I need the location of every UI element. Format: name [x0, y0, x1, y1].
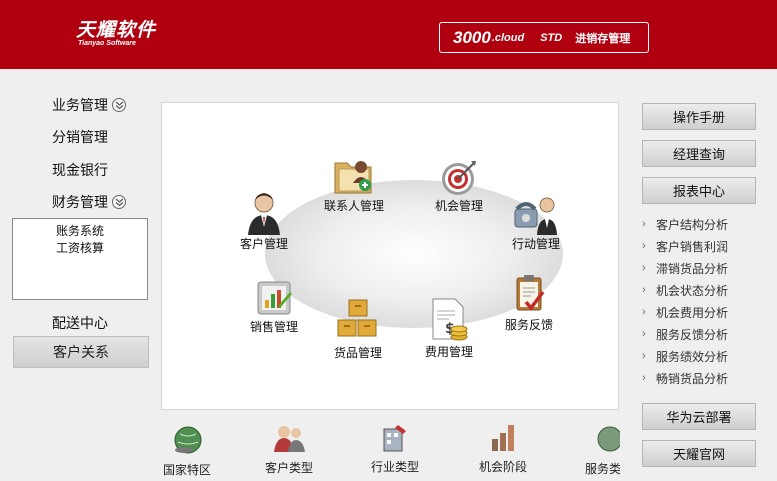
module-customer-label: 客户管理 — [239, 237, 288, 251]
report-item[interactable]: › 畅销货品分析 — [642, 367, 728, 389]
bottom-module-country-label: 国家特区 — [162, 463, 211, 477]
sales-chart-icon — [257, 281, 292, 315]
menu-crm-label: 客户关系 — [53, 344, 109, 360]
app-header: 天耀软件 Tianyao Software 3000 .cloud STD 进销… — [0, 0, 777, 69]
chevron-down-icon[interactable] — [112, 195, 126, 209]
menu-distribution-label: 分销管理 — [52, 129, 108, 145]
report-item[interactable]: › 滞销货品分析 — [642, 257, 728, 279]
report-item-label: 畅销货品分析 — [656, 371, 729, 386]
module-goods-label: 货品管理 — [333, 346, 382, 360]
product-badge: 3000 .cloud STD 进销存管理 — [439, 22, 649, 53]
module-contacts-label: 联系人管理 — [323, 199, 384, 213]
module-customer[interactable]: 客户管理 — [219, 191, 309, 252]
report-item-label: 滞销货品分析 — [656, 261, 729, 276]
module-goods[interactable]: 货品管理 — [313, 298, 403, 361]
submenu-payroll[interactable]: 工资核算 — [13, 240, 147, 257]
module-action-label: 行动管理 — [511, 237, 560, 251]
report-item[interactable]: › 服务绩效分析 — [642, 345, 728, 367]
chevron-right-icon: › — [642, 350, 646, 362]
bottom-module-customer-type[interactable]: 客户类型 — [249, 422, 329, 476]
manager-query-button-label: 经理查询 — [672, 147, 725, 162]
bottom-module-service-label: 服务类 — [585, 462, 620, 476]
module-sales[interactable]: 销售管理 — [229, 276, 319, 335]
industry-icon — [383, 425, 406, 452]
report-item-label: 客户销售利润 — [656, 239, 729, 254]
module-expense-label: 费用管理 — [424, 345, 473, 359]
module-action[interactable]: 行动管理 — [491, 195, 581, 252]
chevron-right-icon: › — [642, 218, 646, 230]
invoice-coins-icon: $ — [432, 298, 468, 341]
bottom-module-industry[interactable]: 行业类型 — [355, 421, 435, 475]
official-site-button-label: 天耀官网 — [672, 447, 725, 462]
report-center-button-label: 报表中心 — [672, 184, 725, 199]
manager-query-button[interactable]: 经理查询 — [642, 140, 756, 167]
people-icon — [274, 426, 305, 452]
menu-business-label: 业务管理 — [52, 97, 108, 113]
product-suffix: .cloud — [491, 31, 525, 44]
report-item[interactable]: › 客户销售利润 — [642, 235, 728, 257]
menu-finance-label: 财务管理 — [52, 194, 108, 210]
bottom-module-service[interactable]: 服务类 — [568, 423, 620, 477]
logo-chinese: 天耀软件 — [76, 19, 157, 41]
report-item-label: 机会状态分析 — [656, 283, 729, 298]
menu-distribution[interactable]: 分销管理 — [52, 127, 108, 147]
phone-person-icon — [514, 197, 557, 235]
module-feedback-label: 服务反馈 — [504, 318, 553, 332]
report-item-label: 服务绩效分析 — [656, 349, 729, 364]
report-item[interactable]: › 服务反馈分析 — [642, 323, 728, 345]
contact-folder-icon — [334, 161, 372, 194]
bottom-module-customer-type-label: 客户类型 — [264, 461, 313, 475]
bottom-module-country[interactable]: 国家特区 — [147, 424, 227, 478]
chevron-right-icon: › — [642, 328, 646, 340]
chevron-down-icon[interactable] — [112, 98, 126, 112]
menu-business[interactable]: 业务管理 — [52, 95, 126, 115]
report-item[interactable]: › 客户结构分析 — [642, 213, 728, 235]
globe-icon — [174, 426, 202, 454]
official-site-button[interactable]: 天耀官网 — [642, 440, 756, 467]
company-logo[interactable]: 天耀软件 Tianyao Software — [76, 20, 156, 48]
clipboard-check-icon — [516, 275, 545, 311]
menu-crm-active[interactable]: 客户关系 — [13, 336, 149, 368]
product-name: 进销存管理 — [575, 32, 631, 45]
huawei-cloud-button[interactable]: 华为云部署 — [642, 403, 756, 430]
product-number: 3000 — [453, 27, 491, 47]
report-center-button[interactable]: 报表中心 — [642, 177, 756, 204]
target-icon — [442, 161, 476, 195]
product-edition: STD — [540, 31, 563, 44]
menu-cash-bank[interactable]: 现金银行 — [52, 160, 108, 180]
boxes-icon — [337, 299, 377, 337]
chevron-right-icon: › — [642, 262, 646, 274]
report-item[interactable]: › 机会状态分析 — [642, 279, 728, 301]
module-expense[interactable]: $ 费用管理 — [404, 297, 494, 360]
manual-button[interactable]: 操作手册 — [642, 103, 756, 130]
module-feedback[interactable]: 服务反馈 — [484, 272, 574, 333]
chevron-right-icon: › — [642, 284, 646, 296]
menu-cash-bank-label: 现金银行 — [52, 162, 108, 178]
chevron-right-icon: › — [642, 372, 646, 384]
chevron-right-icon: › — [642, 240, 646, 252]
manual-button-label: 操作手册 — [672, 110, 725, 125]
huawei-cloud-button-label: 华为云部署 — [666, 410, 732, 425]
report-item-label: 服务反馈分析 — [656, 327, 729, 342]
report-item-label: 客户结构分析 — [656, 217, 729, 232]
stage-bars-icon — [492, 425, 514, 451]
menu-finance[interactable]: 财务管理 — [52, 192, 126, 212]
bottom-module-industry-label: 行业类型 — [370, 460, 419, 474]
service-icon — [597, 426, 620, 452]
menu-delivery[interactable]: 配送中心 — [52, 313, 108, 333]
finance-submenu: 账务系统 工资核算 — [12, 218, 148, 300]
logo-english: Tianyao Software — [78, 40, 136, 47]
report-item-label: 机会费用分析 — [656, 305, 729, 320]
report-list: › 客户结构分析 › 客户销售利润 › 滞销货品分析 › 机会状态分析 › 机会费用分析 … — [642, 213, 728, 389]
report-item[interactable]: › 机会费用分析 — [642, 301, 728, 323]
module-contacts[interactable]: 联系人管理 — [309, 153, 399, 214]
chevron-right-icon: › — [642, 306, 646, 318]
bottom-module-stage-label: 机会阶段 — [478, 460, 527, 474]
submenu-accounting[interactable]: 账务系统 — [13, 223, 147, 240]
module-sales-label: 销售管理 — [249, 320, 298, 334]
customer-person-icon — [248, 193, 280, 235]
bottom-module-stage[interactable]: 机会阶段 — [463, 421, 543, 475]
menu-delivery-label: 配送中心 — [52, 315, 108, 331]
